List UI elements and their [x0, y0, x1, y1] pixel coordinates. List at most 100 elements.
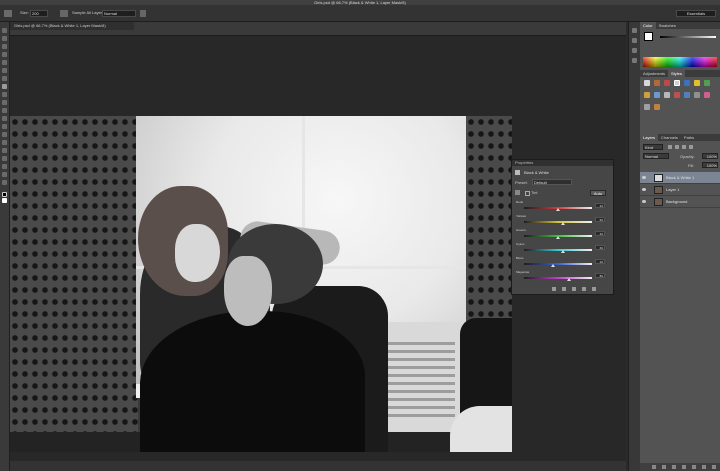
visibility-eye-icon[interactable] [642, 176, 646, 179]
curves-icon[interactable] [664, 80, 670, 86]
brush-preset-icon[interactable] [4, 10, 12, 17]
tab-paths[interactable]: Paths [681, 134, 697, 141]
selective-color-icon[interactable] [654, 104, 660, 110]
trash-icon[interactable] [592, 287, 596, 291]
threshold-icon[interactable] [644, 104, 650, 110]
channel-slider[interactable] [524, 263, 592, 265]
channel-slider-thumb[interactable] [561, 222, 566, 225]
shape-tool-icon[interactable] [2, 164, 7, 169]
layer-row[interactable]: Background [640, 196, 720, 208]
zoom-tool-icon[interactable] [2, 180, 7, 185]
gradient-map-icon[interactable] [704, 92, 710, 98]
foreground-color-chip[interactable] [644, 32, 653, 41]
vibrance-icon[interactable] [684, 80, 690, 86]
gradient-tool-icon[interactable] [2, 116, 7, 121]
hand-target-icon[interactable] [515, 190, 520, 195]
levels-icon[interactable] [654, 80, 660, 86]
delete-layer-icon[interactable] [712, 465, 716, 469]
quick-select-tool-icon[interactable] [2, 52, 7, 57]
mode-dropdown[interactable]: Normal [102, 10, 136, 17]
black-white-icon[interactable] [644, 92, 650, 98]
dodge-tool-icon[interactable] [2, 132, 7, 137]
pen-tool-icon[interactable] [2, 140, 7, 145]
invert-icon[interactable] [684, 92, 690, 98]
tab-channels[interactable]: Channels [658, 134, 681, 141]
channel-value-field[interactable]: 40 [595, 203, 605, 208]
document-canvas-image[interactable] [10, 116, 512, 452]
color-spectrum-ramp[interactable] [643, 57, 717, 67]
layer-kind-filter[interactable]: Kind [643, 144, 663, 150]
gray-slider[interactable] [660, 36, 716, 38]
brush-tool-icon[interactable] [2, 84, 7, 89]
refine-edge-icon[interactable] [140, 10, 146, 17]
healing-tool-icon[interactable] [2, 76, 7, 81]
photo-filter-icon[interactable] [654, 92, 660, 98]
crop-tool-icon[interactable] [2, 60, 7, 65]
filter-adjustment-icon[interactable] [675, 145, 679, 149]
workspace-switcher[interactable]: Essentials [676, 10, 716, 17]
hue-saturation-icon[interactable] [694, 80, 700, 86]
link-layers-icon[interactable] [652, 465, 656, 469]
canvas-workspace[interactable]: Properties Black & White Preset: Default… [10, 36, 626, 461]
eyedropper-tool-icon[interactable] [2, 68, 7, 73]
channel-value-field[interactable]: 20 [595, 259, 605, 264]
tab-adjustments[interactable]: Adjustments [640, 70, 668, 77]
preset-dropdown[interactable]: Default [532, 179, 572, 185]
tab-swatches[interactable]: Swatches [656, 22, 679, 29]
channel-slider-thumb[interactable] [561, 250, 566, 253]
add-mask-icon[interactable] [672, 465, 676, 469]
channel-value-field[interactable]: 60 [595, 217, 605, 222]
properties-panel-title[interactable]: Properties [512, 160, 613, 166]
history-panel-icon[interactable] [632, 28, 637, 33]
tint-checkbox[interactable] [525, 191, 530, 196]
channel-slider-thumb[interactable] [556, 208, 560, 211]
color-lookup-icon[interactable] [674, 92, 680, 98]
lasso-tool-icon[interactable] [2, 44, 7, 49]
reset-icon[interactable] [572, 287, 576, 291]
color-balance-icon[interactable] [704, 80, 710, 86]
exposure-icon[interactable] [674, 80, 680, 86]
move-tool-icon[interactable] [2, 28, 7, 33]
channel-slider-thumb[interactable] [550, 264, 555, 267]
channel-slider-thumb[interactable] [566, 278, 571, 281]
path-select-tool-icon[interactable] [2, 156, 7, 161]
foreground-color-swatch[interactable] [2, 192, 7, 197]
channel-value-field[interactable]: 80 [595, 273, 605, 278]
blend-mode-dropdown[interactable]: Normal [643, 153, 669, 159]
actions-panel-icon[interactable] [632, 38, 637, 43]
tab-color[interactable]: Color [640, 22, 656, 29]
tab-styles[interactable]: Styles [668, 70, 685, 77]
new-group-icon[interactable] [692, 465, 696, 469]
visibility-icon[interactable] [582, 287, 586, 291]
visibility-eye-icon[interactable] [642, 188, 646, 191]
history-brush-tool-icon[interactable] [2, 100, 7, 105]
brush-settings-icon[interactable] [60, 10, 68, 17]
filter-shape-icon[interactable] [689, 145, 693, 149]
auto-button[interactable]: Auto [590, 190, 606, 196]
channel-value-field[interactable]: 40 [595, 231, 605, 236]
hand-tool-icon[interactable] [2, 172, 7, 177]
filter-type-icon[interactable] [682, 145, 686, 149]
layer-style-icon[interactable] [662, 465, 666, 469]
clone-stamp-tool-icon[interactable] [2, 92, 7, 97]
blur-tool-icon[interactable] [2, 124, 7, 129]
channel-slider[interactable] [524, 249, 592, 251]
background-color-swatch[interactable] [2, 198, 7, 203]
fill-field[interactable]: 100% [702, 162, 718, 168]
opacity-field[interactable]: 100% [702, 153, 718, 159]
posterize-icon[interactable] [694, 92, 700, 98]
new-adjustment-icon[interactable] [682, 465, 686, 469]
channel-mixer-icon[interactable] [664, 92, 670, 98]
properties-panel-icon[interactable] [632, 48, 637, 53]
type-tool-icon[interactable] [2, 148, 7, 153]
filter-pixel-icon[interactable] [668, 145, 672, 149]
channel-value-field[interactable]: 60 [595, 245, 605, 250]
marquee-tool-icon[interactable] [2, 36, 7, 41]
tab-layers[interactable]: Layers [640, 134, 659, 141]
brightness-contrast-icon[interactable] [644, 80, 650, 86]
channel-slider[interactable] [524, 221, 592, 223]
channel-slider[interactable] [524, 277, 592, 279]
channel-slider-thumb[interactable] [556, 236, 560, 239]
size-field[interactable]: 200 [30, 10, 48, 17]
clip-to-layer-icon[interactable] [552, 287, 556, 291]
